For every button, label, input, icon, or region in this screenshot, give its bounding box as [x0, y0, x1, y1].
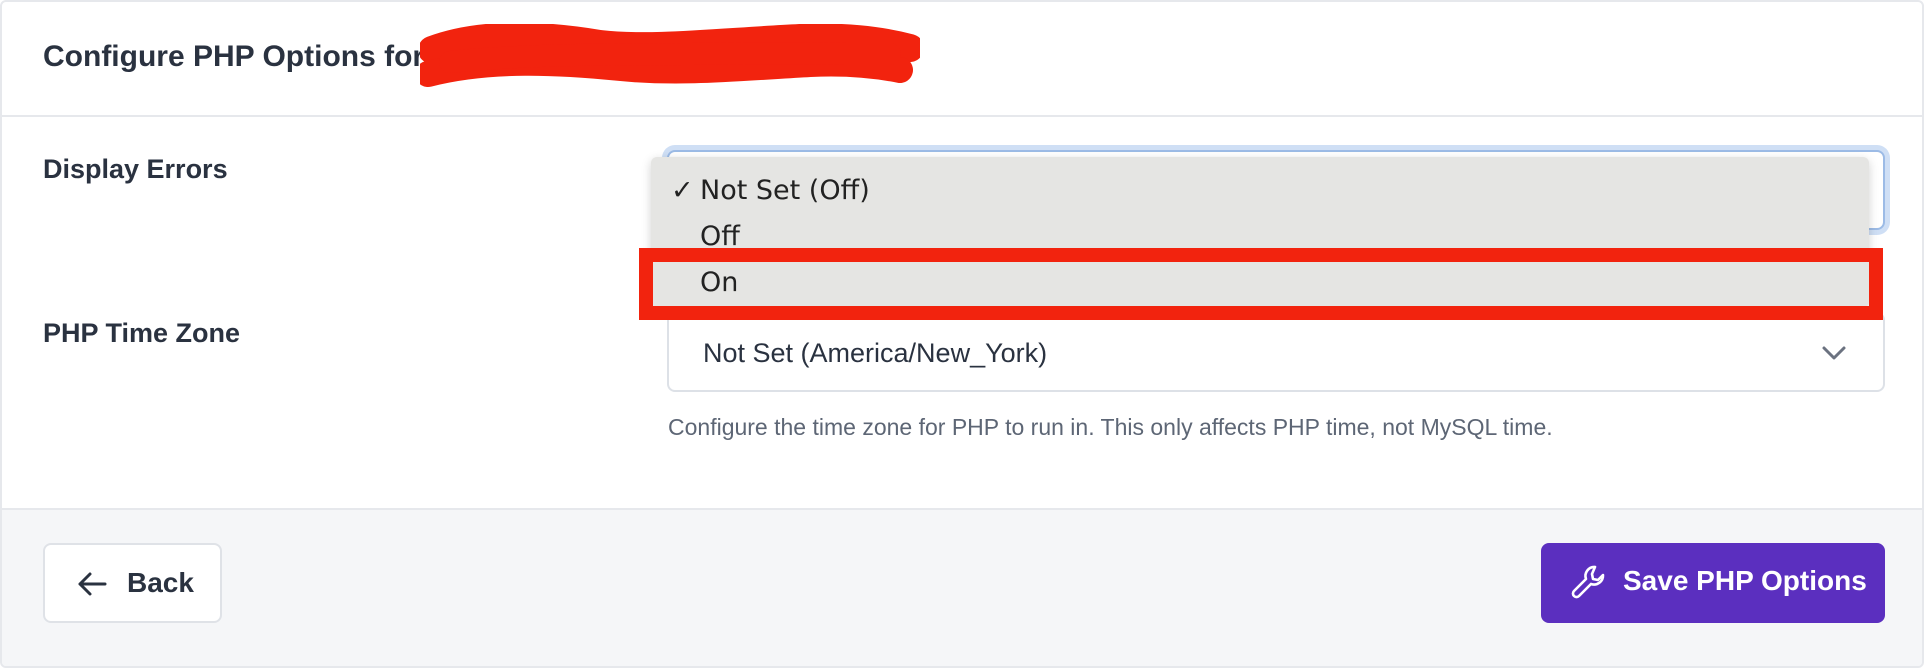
- time-zone-value: Not Set (America/New_York): [703, 338, 1048, 368]
- save-php-options-button[interactable]: Save PHP Options: [1541, 543, 1885, 623]
- display-errors-label: Display Errors: [43, 154, 228, 184]
- back-button[interactable]: Back: [43, 543, 222, 623]
- page-title: Configure PHP Options for: [43, 40, 425, 73]
- time-zone-select[interactable]: Not Set (America/New_York): [667, 312, 1885, 392]
- annotation-highlight-box: [639, 248, 1883, 320]
- arrow-left-icon: [78, 572, 107, 596]
- time-zone-help-text: Configure the time zone for PHP to run i…: [668, 414, 1553, 440]
- time-zone-label: PHP Time Zone: [43, 318, 241, 348]
- chevron-down-icon: [1822, 346, 1846, 360]
- option-label: Not Set (Off): [700, 175, 870, 206]
- card-footer: Back Save PHP Options: [2, 508, 1922, 666]
- dropdown-option-not-set-off[interactable]: ✓ Not Set (Off): [651, 169, 1869, 213]
- redaction-scribble: [420, 24, 920, 87]
- save-button-label: Save PHP Options: [1623, 565, 1867, 596]
- card-header: Configure PHP Options for: [2, 2, 1922, 117]
- wrench-icon: [1571, 565, 1605, 599]
- php-options-card: Configure PHP Options for Display Errors…: [0, 0, 1924, 668]
- checkmark-icon: ✓: [671, 175, 694, 206]
- back-button-label: Back: [127, 567, 194, 598]
